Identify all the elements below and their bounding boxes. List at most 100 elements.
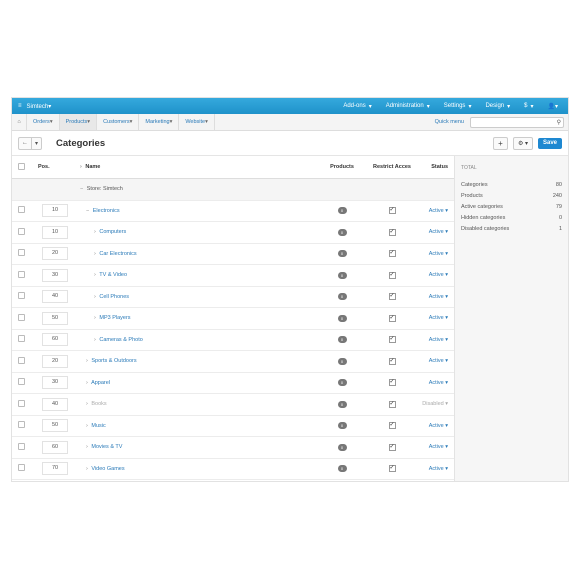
category-link[interactable]: Video Games [91,466,124,472]
brand-dropdown[interactable]: Simtech▾ [27,103,52,110]
search-input[interactable]: ⚲ [470,116,564,128]
row-checkbox[interactable] [18,313,25,321]
pos-header[interactable]: Pos. [38,156,80,179]
status-header[interactable]: Status [412,156,454,179]
topbar-menu-0[interactable]: Add-ons [343,103,365,109]
status-dropdown[interactable]: Active ▾ [412,286,454,308]
restrict-checkbox[interactable]: ✓ [388,250,396,258]
product-count-badge[interactable]: 0 [337,293,347,301]
status-dropdown[interactable]: Active ▾ [412,200,454,222]
table-row[interactable]: 60 › Cameras & Photo 0 ✓ Active ▾ [12,329,454,351]
position-input[interactable]: 60 [42,333,68,347]
row-checkbox[interactable] [18,356,25,364]
category-link[interactable]: Movies & TV [91,444,122,450]
expand-icon[interactable]: › [86,466,88,472]
status-dropdown[interactable]: Active ▾ [412,221,454,244]
row-checkbox[interactable] [18,206,25,214]
restrict-checkbox[interactable]: ✓ [388,357,396,365]
position-input[interactable]: 40 [42,397,68,411]
position-input[interactable]: 50 [42,311,68,325]
position-input[interactable]: 20 [42,354,68,368]
table-row[interactable]: 70 › Video Games 0 ✓ Active ▾ [12,458,454,480]
table-row[interactable]: 40 › Books 0 ✓ Disabled ▾ [12,393,454,416]
product-count-badge[interactable]: 0 [337,336,347,344]
topbar-menu-4[interactable]: $ [524,103,527,109]
products-header[interactable]: Products [312,156,372,179]
product-count-badge[interactable]: 0 [337,379,347,387]
expand-icon[interactable]: › [94,229,96,235]
quick-menu-link[interactable]: Quick menu [435,119,464,125]
table-row[interactable]: 10 − Electronics 0 ✓ Active ▾ [12,200,454,222]
expand-icon[interactable]: › [94,337,96,343]
table-row[interactable]: 20 › Car Electronics 0 ✓ Active ▾ [12,243,454,265]
restrict-checkbox[interactable]: ✓ [388,293,396,301]
product-count-badge[interactable]: 0 [337,465,347,473]
position-input[interactable]: 60 [42,440,68,454]
position-input[interactable]: 30 [42,268,68,282]
menu-icon[interactable]: ≡ [18,103,22,109]
topbar-menu-1[interactable]: Administration [386,103,424,109]
row-checkbox[interactable] [18,292,25,300]
position-input[interactable]: 10 [42,225,68,239]
nav-item-website[interactable]: Website ▾ [179,114,215,130]
category-link[interactable]: Books [91,401,106,407]
table-row[interactable]: 10 › Computers 0 ✓ Active ▾ [12,221,454,244]
position-input[interactable]: 10 [42,204,68,218]
row-checkbox[interactable] [18,421,25,429]
restrict-checkbox[interactable]: ✓ [388,271,396,279]
nav-item-customers[interactable]: Customers ▾ [97,114,140,130]
row-checkbox[interactable] [18,378,25,386]
restrict-checkbox[interactable]: ✓ [388,422,396,430]
settings-button[interactable]: ⚙ ▾ [512,136,533,150]
table-row[interactable]: 30 › TV & Video 0 ✓ Active ▾ [12,264,454,287]
category-link[interactable]: Music [91,423,105,429]
category-link[interactable]: MP3 Players [99,315,130,321]
row-checkbox[interactable] [18,335,25,343]
restrict-checkbox[interactable]: ✓ [388,379,396,387]
restrict-checkbox[interactable]: ✓ [388,465,396,473]
status-dropdown[interactable]: Active ▾ [412,436,454,459]
search-icon[interactable]: ⚲ [557,119,561,126]
product-count-badge[interactable]: 0 [337,357,347,365]
row-checkbox[interactable] [18,464,25,472]
category-link[interactable]: Sports & Outdoors [91,358,136,364]
expand-icon[interactable]: › [86,423,88,429]
status-dropdown[interactable]: Active ▾ [412,372,454,394]
product-count-badge[interactable]: 0 [337,443,347,451]
expand-icon[interactable]: › [94,315,96,321]
expand-icon[interactable]: − [86,208,89,214]
restrict-checkbox[interactable]: ✓ [388,400,396,408]
expand-icon[interactable]: › [86,444,88,450]
expand-icon[interactable]: › [86,401,88,407]
back-dropdown[interactable]: ▾ [31,137,41,149]
table-row[interactable]: 40 › Cell Phones 0 ✓ Active ▾ [12,286,454,308]
status-dropdown[interactable]: Active ▾ [412,264,454,287]
category-link[interactable]: Cell Phones [99,294,129,300]
store-label[interactable]: − Store: Simtech [80,178,454,201]
row-checkbox[interactable] [18,249,25,257]
row-checkbox[interactable] [18,399,25,407]
row-checkbox[interactable] [18,270,25,278]
table-row[interactable]: 80› Office Supplies0✓Active ▾ [12,479,454,481]
expand-icon[interactable]: › [86,358,88,364]
table-row[interactable]: 50 › Music 0 ✓ Active ▾ [12,415,454,437]
user-icon[interactable]: 👤▾ [548,103,558,110]
restrict-checkbox[interactable]: ✓ [388,443,396,451]
row-checkbox[interactable] [18,227,25,235]
position-input[interactable]: 50 [42,419,68,433]
category-link[interactable]: Car Electronics [99,251,136,257]
position-input[interactable]: 70 [42,462,68,476]
product-count-badge[interactable]: 0 [337,400,347,408]
expand-icon[interactable]: › [94,294,96,300]
nav-item-marketing[interactable]: Marketing ▾ [139,114,180,130]
back-button-group[interactable]: ← ▾ [18,136,43,150]
position-input[interactable]: 20 [42,247,68,261]
product-count-badge[interactable]: 0 [337,250,347,258]
category-link[interactable]: Apparel [91,380,110,386]
product-count-badge[interactable]: 0 [337,271,347,279]
restrict-checkbox[interactable]: ✓ [388,207,396,215]
table-row[interactable]: 30 › Apparel 0 ✓ Active ▾ [12,372,454,394]
restrict-checkbox[interactable]: ✓ [388,314,396,322]
name-header[interactable]: › Name [80,156,312,179]
category-link[interactable]: Cameras & Photo [99,337,142,343]
